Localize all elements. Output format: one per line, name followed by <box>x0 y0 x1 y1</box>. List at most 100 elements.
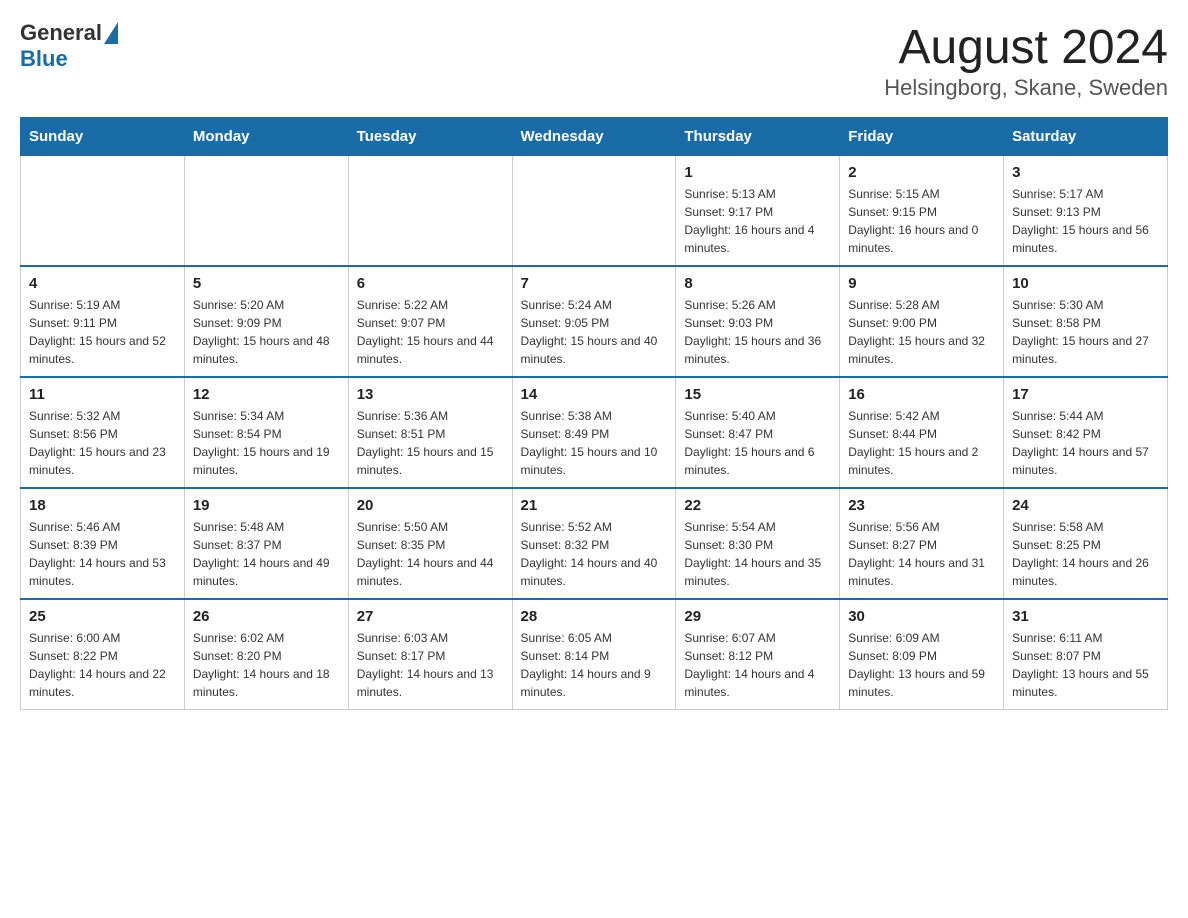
calendar-cell: 8Sunrise: 5:26 AM Sunset: 9:03 PM Daylig… <box>676 266 840 377</box>
logo-triangle-icon <box>104 22 118 44</box>
calendar-cell: 4 Sunrise: 5:19 AM Sunset: 9:11 PM Daylig… <box>21 266 185 377</box>
day-info: Sunrise: 6:11 AM Sunset: 8:07 PM Dayligh… <box>1012 629 1159 701</box>
day-number: 7 <box>521 275 668 292</box>
day-number: 22 <box>684 497 831 514</box>
day-info: Sunrise: 6:09 AM Sunset: 8:09 PM Dayligh… <box>848 629 995 701</box>
calendar-cell: 28Sunrise: 6:05 AM Sunset: 8:14 PM Dayli… <box>512 599 676 710</box>
logo-blue-text: Blue <box>20 46 68 71</box>
calendar-cell: 18 Sunrise: 5:46 AM Sunset: 8:39 PM Dayli… <box>21 488 185 599</box>
day-info: Sunrise: 5:17 AM Sunset: 9:13 PM Dayligh… <box>1012 185 1159 257</box>
day-info: Sunrise: 6:03 AM Sunset: 8:17 PM Dayligh… <box>357 629 504 701</box>
calendar-cell: 23 Sunrise: 5:56 AM Sunset: 8:27 PM Dayli… <box>840 488 1004 599</box>
calendar-cell: 11 Sunrise: 5:32 AM Sunset: 8:56 PM Dayli… <box>21 377 185 488</box>
day-number: 13 <box>357 386 504 403</box>
location-text: Helsingborg, Skane, Sweden <box>884 75 1168 101</box>
day-info: Sunrise: 5:22 AM Sunset: 9:07 PM Dayligh… <box>357 296 504 368</box>
month-year-title: August 2024 <box>884 20 1168 75</box>
calendar-header-monday: Monday <box>184 118 348 156</box>
day-info: Sunrise: 5:34 AM Sunset: 8:54 PM Dayligh… <box>193 407 340 479</box>
calendar-header-thursday: Thursday <box>676 118 840 156</box>
day-number: 29 <box>684 608 831 625</box>
logo: General Blue <box>20 20 118 72</box>
day-number: 5 <box>193 275 340 292</box>
title-block: August 2024 Helsingborg, Skane, Sweden <box>884 20 1168 101</box>
day-info: Sunrise: 5:36 AM Sunset: 8:51 PM Dayligh… <box>357 407 504 479</box>
calendar-cell: 1Sunrise: 5:13 AM Sunset: 9:17 PM Daylig… <box>676 156 840 267</box>
calendar-header-row: SundayMondayTuesdayWednesdayThursdayFrid… <box>21 118 1168 156</box>
day-number: 8 <box>684 275 831 292</box>
day-number: 23 <box>848 497 995 514</box>
calendar-cell: 14 Sunrise: 5:38 AM Sunset: 8:49 PM Dayli… <box>512 377 676 488</box>
day-number: 9 <box>848 275 995 292</box>
day-info: Sunrise: 6:02 AM Sunset: 8:20 PM Dayligh… <box>193 629 340 701</box>
day-number: 24 <box>1012 497 1159 514</box>
calendar-week-row: 1Sunrise: 5:13 AM Sunset: 9:17 PM Daylig… <box>21 156 1168 267</box>
day-number: 4 <box>29 275 176 292</box>
day-number: 10 <box>1012 275 1159 292</box>
calendar-cell: 10Sunrise: 5:30 AM Sunset: 8:58 PM Dayli… <box>1004 266 1168 377</box>
day-number: 3 <box>1012 164 1159 181</box>
day-info: Sunrise: 5:52 AM Sunset: 8:32 PM Dayligh… <box>521 518 668 590</box>
calendar-week-row: 11 Sunrise: 5:32 AM Sunset: 8:56 PM Dayli… <box>21 377 1168 488</box>
calendar-cell: 12 Sunrise: 5:34 AM Sunset: 8:54 PM Dayli… <box>184 377 348 488</box>
day-info: Sunrise: 5:13 AM Sunset: 9:17 PM Dayligh… <box>684 185 831 257</box>
calendar-cell: 7 Sunrise: 5:24 AM Sunset: 9:05 PM Daylig… <box>512 266 676 377</box>
day-number: 26 <box>193 608 340 625</box>
calendar-cell: 31 Sunrise: 6:11 AM Sunset: 8:07 PM Dayli… <box>1004 599 1168 710</box>
day-info: Sunrise: 5:38 AM Sunset: 8:49 PM Dayligh… <box>521 407 668 479</box>
calendar-cell: 9 Sunrise: 5:28 AM Sunset: 9:00 PM Daylig… <box>840 266 1004 377</box>
calendar-cell: 25 Sunrise: 6:00 AM Sunset: 8:22 PM Dayli… <box>21 599 185 710</box>
day-number: 21 <box>521 497 668 514</box>
calendar-cell: 22 Sunrise: 5:54 AM Sunset: 8:30 PM Dayli… <box>676 488 840 599</box>
calendar-cell: 16 Sunrise: 5:42 AM Sunset: 8:44 PM Dayli… <box>840 377 1004 488</box>
calendar-cell <box>348 156 512 267</box>
day-number: 27 <box>357 608 504 625</box>
calendar-header-wednesday: Wednesday <box>512 118 676 156</box>
calendar-cell: 6 Sunrise: 5:22 AM Sunset: 9:07 PM Daylig… <box>348 266 512 377</box>
day-number: 28 <box>521 608 668 625</box>
day-number: 19 <box>193 497 340 514</box>
day-number: 16 <box>848 386 995 403</box>
day-info: Sunrise: 5:50 AM Sunset: 8:35 PM Dayligh… <box>357 518 504 590</box>
calendar-cell: 19Sunrise: 5:48 AM Sunset: 8:37 PM Dayli… <box>184 488 348 599</box>
day-info: Sunrise: 5:19 AM Sunset: 9:11 PM Dayligh… <box>29 296 176 368</box>
day-info: Sunrise: 5:54 AM Sunset: 8:30 PM Dayligh… <box>684 518 831 590</box>
day-info: Sunrise: 5:56 AM Sunset: 8:27 PM Dayligh… <box>848 518 995 590</box>
calendar-table: SundayMondayTuesdayWednesdayThursdayFrid… <box>20 117 1168 710</box>
calendar-cell: 27 Sunrise: 6:03 AM Sunset: 8:17 PM Dayli… <box>348 599 512 710</box>
day-number: 6 <box>357 275 504 292</box>
calendar-cell: 15Sunrise: 5:40 AM Sunset: 8:47 PM Dayli… <box>676 377 840 488</box>
calendar-week-row: 25 Sunrise: 6:00 AM Sunset: 8:22 PM Dayli… <box>21 599 1168 710</box>
day-info: Sunrise: 5:46 AM Sunset: 8:39 PM Dayligh… <box>29 518 176 590</box>
calendar-header-tuesday: Tuesday <box>348 118 512 156</box>
day-number: 18 <box>29 497 176 514</box>
day-number: 20 <box>357 497 504 514</box>
calendar-cell: 24 Sunrise: 5:58 AM Sunset: 8:25 PM Dayli… <box>1004 488 1168 599</box>
calendar-cell: 5Sunrise: 5:20 AM Sunset: 9:09 PM Daylig… <box>184 266 348 377</box>
day-info: Sunrise: 5:58 AM Sunset: 8:25 PM Dayligh… <box>1012 518 1159 590</box>
day-number: 25 <box>29 608 176 625</box>
day-info: Sunrise: 6:00 AM Sunset: 8:22 PM Dayligh… <box>29 629 176 701</box>
page-header: General Blue August 2024 Helsingborg, Sk… <box>20 20 1168 101</box>
day-info: Sunrise: 5:40 AM Sunset: 8:47 PM Dayligh… <box>684 407 831 479</box>
day-info: Sunrise: 5:42 AM Sunset: 8:44 PM Dayligh… <box>848 407 995 479</box>
day-info: Sunrise: 5:32 AM Sunset: 8:56 PM Dayligh… <box>29 407 176 479</box>
day-info: Sunrise: 5:28 AM Sunset: 9:00 PM Dayligh… <box>848 296 995 368</box>
calendar-cell: 17 Sunrise: 5:44 AM Sunset: 8:42 PM Dayli… <box>1004 377 1168 488</box>
calendar-header-friday: Friday <box>840 118 1004 156</box>
calendar-cell: 21 Sunrise: 5:52 AM Sunset: 8:32 PM Dayli… <box>512 488 676 599</box>
day-number: 11 <box>29 386 176 403</box>
calendar-cell: 20 Sunrise: 5:50 AM Sunset: 8:35 PM Dayli… <box>348 488 512 599</box>
calendar-cell: 30Sunrise: 6:09 AM Sunset: 8:09 PM Dayli… <box>840 599 1004 710</box>
day-info: Sunrise: 5:44 AM Sunset: 8:42 PM Dayligh… <box>1012 407 1159 479</box>
day-number: 14 <box>521 386 668 403</box>
day-number: 12 <box>193 386 340 403</box>
day-number: 17 <box>1012 386 1159 403</box>
calendar-week-row: 4 Sunrise: 5:19 AM Sunset: 9:11 PM Daylig… <box>21 266 1168 377</box>
calendar-cell: 2Sunrise: 5:15 AM Sunset: 9:15 PM Daylig… <box>840 156 1004 267</box>
calendar-cell: 3 Sunrise: 5:17 AM Sunset: 9:13 PM Daylig… <box>1004 156 1168 267</box>
calendar-cell <box>512 156 676 267</box>
day-number: 2 <box>848 164 995 181</box>
day-number: 31 <box>1012 608 1159 625</box>
day-info: Sunrise: 5:24 AM Sunset: 9:05 PM Dayligh… <box>521 296 668 368</box>
